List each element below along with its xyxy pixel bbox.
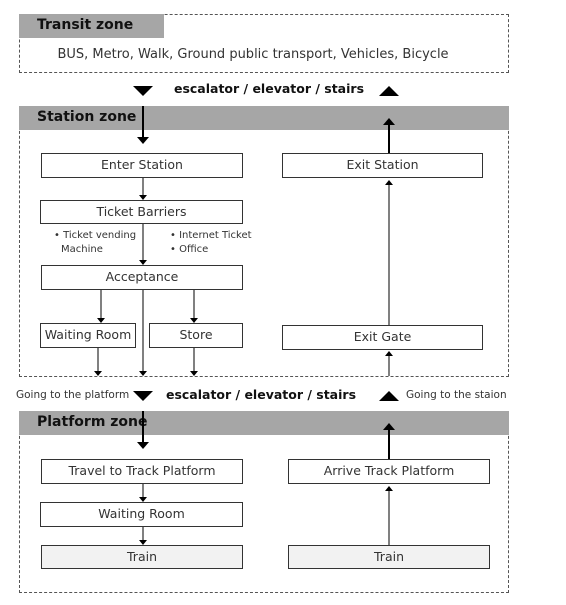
- down-triangle-icon: [133, 86, 153, 96]
- down-triangle-icon: [133, 391, 153, 401]
- connector-arrows: [94, 86, 399, 545]
- flow-diagram: Transit zone BUS, Metro, Walk, Ground pu…: [0, 0, 566, 605]
- up-triangle-icon: [379, 391, 399, 401]
- up-triangle-icon: [379, 86, 399, 96]
